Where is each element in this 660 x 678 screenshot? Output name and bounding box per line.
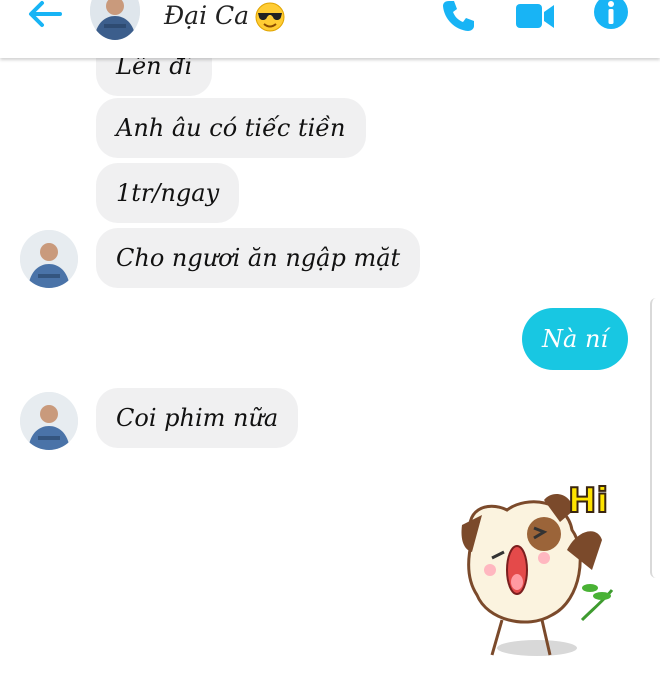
- info-icon[interactable]: [592, 0, 630, 34]
- contact-name: Đại Ca: [164, 1, 250, 30]
- scrollbar-edge[interactable]: [650, 298, 660, 578]
- contact-avatar[interactable]: [90, 0, 140, 40]
- message-bubble[interactable]: Anh âu có tiếc tiền: [96, 98, 366, 158]
- hi-cat-sticker-icon[interactable]: Hi: [432, 470, 622, 670]
- chat-header: Đại Ca: [0, 0, 660, 58]
- message-bubble[interactable]: Cho ngươi ăn ngập mặt: [96, 228, 421, 288]
- message-bubble[interactable]: 1tr/ngay: [96, 163, 240, 223]
- contact-avatar[interactable]: [20, 392, 78, 450]
- sent-message-bubble[interactable]: Nà ní: [522, 308, 629, 370]
- contact-avatar[interactable]: [20, 230, 78, 288]
- sticker-text: Hi: [568, 481, 608, 521]
- video-camera-icon[interactable]: [514, 0, 556, 32]
- phone-icon[interactable]: [440, 0, 476, 34]
- back-arrow-icon[interactable]: [24, 0, 68, 30]
- sunglasses-emoji-icon: [255, 2, 285, 32]
- message-bubble[interactable]: Coi phim nữa: [96, 388, 299, 448]
